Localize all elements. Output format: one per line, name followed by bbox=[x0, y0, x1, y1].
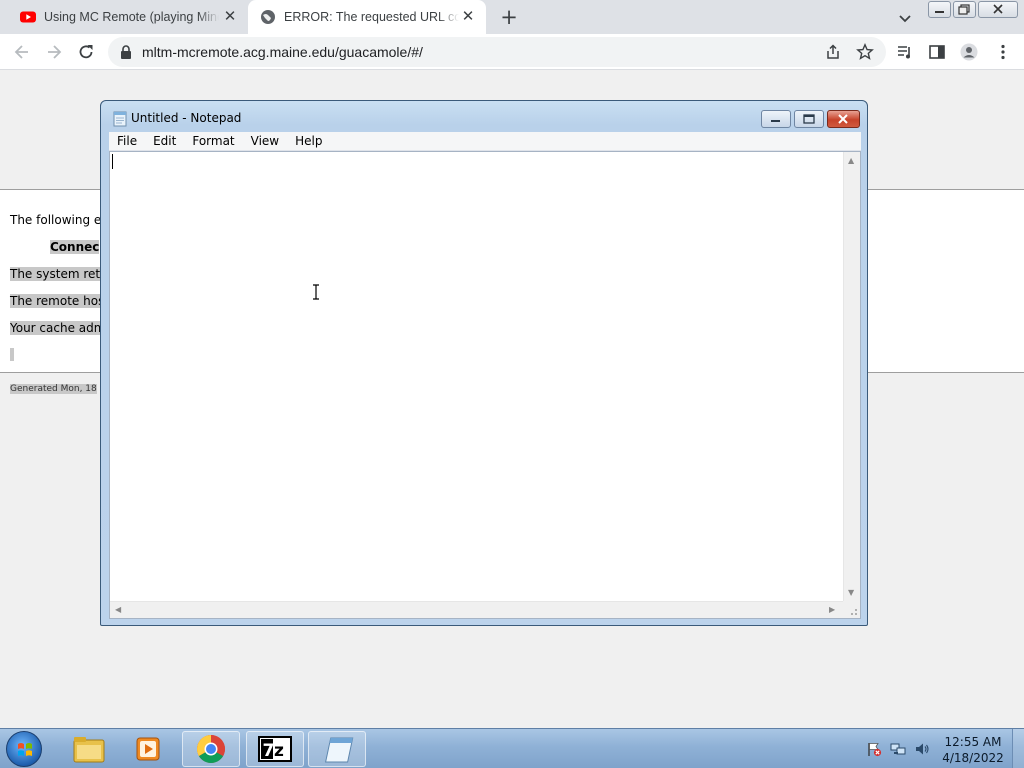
action-center-flag-icon[interactable] bbox=[866, 741, 882, 757]
taskbar: 7 z 12:55 AM 4/18/2022 bbox=[0, 728, 1024, 768]
menu-edit[interactable]: Edit bbox=[145, 134, 184, 148]
restore-button[interactable] bbox=[953, 1, 976, 18]
tab-error-page[interactable]: ERROR: The requested URL could ✕ bbox=[248, 0, 486, 34]
close-tab-icon[interactable]: ✕ bbox=[460, 9, 476, 25]
text-editor-area[interactable]: ▲ ▼ ◀ ▶ bbox=[109, 151, 861, 619]
close-window-button[interactable] bbox=[978, 1, 1018, 18]
error-intro-text: The following e bbox=[10, 213, 102, 227]
menu-format[interactable]: Format bbox=[184, 134, 242, 148]
chevron-down-icon[interactable] bbox=[895, 8, 915, 28]
menu-help[interactable]: Help bbox=[287, 134, 330, 148]
tab-title: ERROR: The requested URL could bbox=[284, 10, 459, 24]
scroll-right-icon[interactable]: ▶ bbox=[829, 605, 835, 615]
start-button[interactable] bbox=[6, 731, 42, 767]
side-panel-icon[interactable] bbox=[928, 43, 946, 61]
menu-file[interactable]: File bbox=[109, 134, 145, 148]
windows-logo-icon bbox=[18, 743, 32, 756]
tab-youtube[interactable]: Using MC Remote (playing Mine ✕ bbox=[8, 0, 248, 34]
taskbar-explorer[interactable] bbox=[60, 731, 118, 767]
maximize-button[interactable] bbox=[794, 110, 824, 128]
svg-text:7: 7 bbox=[263, 741, 275, 761]
minimize-button[interactable] bbox=[761, 110, 791, 128]
error-heading: Connec bbox=[50, 240, 100, 254]
close-tab-icon[interactable]: ✕ bbox=[222, 9, 238, 25]
vertical-scrollbar[interactable]: ▲ ▼ bbox=[843, 152, 860, 602]
restore-icon bbox=[958, 4, 970, 15]
taskbar-7zip[interactable]: 7 z bbox=[246, 731, 304, 767]
show-desktop-button[interactable] bbox=[1012, 729, 1024, 768]
error-detail-4 bbox=[10, 348, 14, 361]
menu-view[interactable]: View bbox=[243, 134, 287, 148]
lock-icon[interactable] bbox=[120, 45, 132, 59]
reload-icon[interactable] bbox=[76, 42, 96, 62]
system-clock[interactable]: 12:55 AM 4/18/2022 bbox=[940, 734, 1006, 766]
browser-tab-strip: Using MC Remote (playing Mine ✕ ERROR: T… bbox=[0, 0, 1024, 34]
minimize-icon bbox=[935, 11, 944, 13]
browser-toolbar: mltm-mcremote.acg.maine.edu/guacamole/#/ bbox=[0, 34, 1024, 70]
media-control-icon[interactable] bbox=[896, 43, 914, 61]
explorer-icon bbox=[73, 737, 105, 763]
close-icon bbox=[993, 4, 1003, 14]
more-options-icon[interactable] bbox=[994, 43, 1012, 61]
maximize-icon bbox=[803, 114, 815, 124]
bookmark-star-icon[interactable] bbox=[856, 43, 874, 61]
scroll-up-icon[interactable]: ▲ bbox=[848, 156, 854, 166]
horizontal-scrollbar[interactable]: ◀ ▶ bbox=[110, 601, 844, 618]
back-icon[interactable] bbox=[12, 42, 32, 62]
notepad-icon bbox=[325, 737, 354, 763]
globe-icon bbox=[261, 10, 275, 24]
new-tab-button[interactable]: + bbox=[498, 6, 520, 28]
tab-title: Using MC Remote (playing Mine bbox=[44, 10, 219, 24]
error-detail-1: The system ret bbox=[10, 267, 101, 281]
address-bar[interactable]: mltm-mcremote.acg.maine.edu/guacamole/#/ bbox=[108, 37, 886, 67]
taskbar-chrome[interactable] bbox=[182, 731, 240, 767]
window-title: Untitled - Notepad bbox=[131, 111, 242, 125]
svg-text:z: z bbox=[274, 741, 284, 761]
generated-footer: Generated Mon, 18 bbox=[10, 384, 97, 394]
resize-grip[interactable] bbox=[843, 601, 860, 618]
7zip-icon: 7 z bbox=[258, 736, 292, 762]
menu-bar: File Edit Format View Help bbox=[109, 132, 861, 151]
resize-grip-icon bbox=[851, 609, 857, 615]
error-detail-2: The remote hos bbox=[10, 294, 105, 308]
notepad-window[interactable]: Untitled - Notepad File Edit Format View… bbox=[100, 100, 868, 626]
clock-time: 12:55 AM bbox=[944, 735, 1002, 749]
scroll-down-icon[interactable]: ▼ bbox=[848, 588, 854, 598]
text-caret bbox=[112, 154, 113, 169]
scroll-left-icon[interactable]: ◀ bbox=[115, 605, 121, 615]
close-icon bbox=[838, 114, 848, 124]
clock-date: 4/18/2022 bbox=[942, 751, 1004, 765]
network-icon[interactable] bbox=[890, 741, 906, 757]
share-icon[interactable] bbox=[824, 43, 842, 61]
minimize-icon bbox=[771, 120, 780, 122]
taskbar-notepad[interactable] bbox=[308, 731, 366, 767]
minimize-button[interactable] bbox=[928, 1, 951, 18]
ibeam-cursor-icon bbox=[313, 284, 319, 300]
volume-icon[interactable] bbox=[914, 741, 930, 757]
profile-avatar-icon[interactable] bbox=[960, 43, 978, 61]
notepad-icon bbox=[113, 111, 127, 127]
forward-icon[interactable] bbox=[44, 42, 64, 62]
taskbar-media-player[interactable] bbox=[120, 731, 178, 767]
error-detail-3: Your cache adm bbox=[10, 321, 106, 335]
address-text: mltm-mcremote.acg.maine.edu/guacamole/#/ bbox=[142, 44, 423, 60]
media-player-icon bbox=[136, 737, 160, 761]
youtube-icon bbox=[20, 11, 36, 23]
close-button[interactable] bbox=[827, 110, 860, 128]
chrome-icon bbox=[197, 735, 225, 763]
